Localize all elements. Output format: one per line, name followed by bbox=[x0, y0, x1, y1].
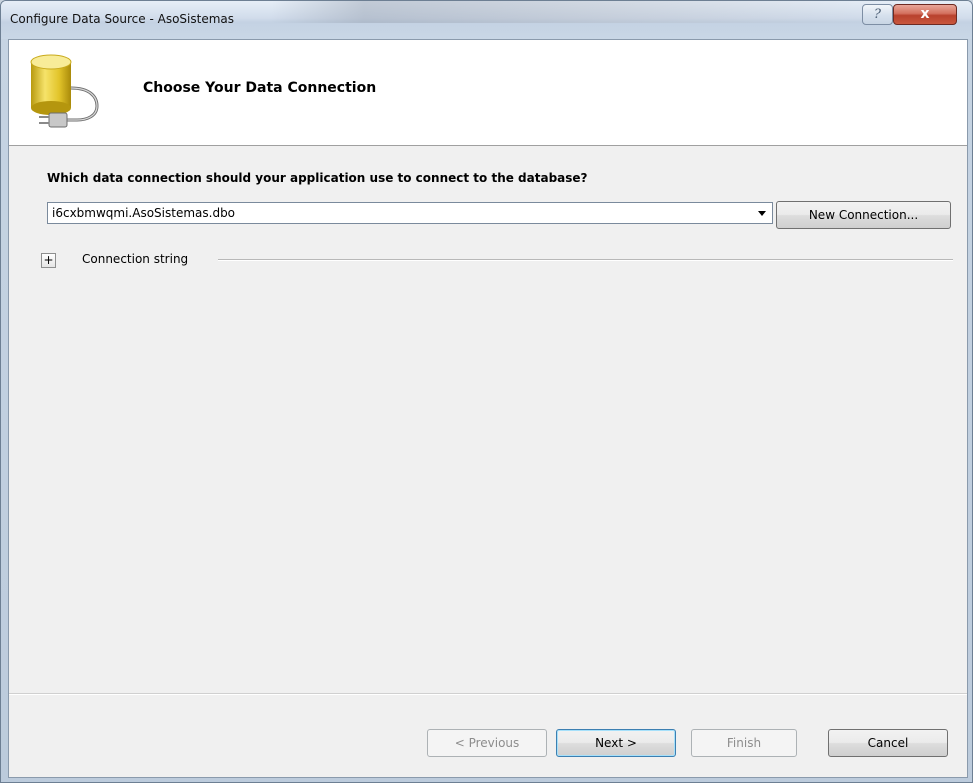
window-title: Configure Data Source - AsoSistemas bbox=[10, 12, 235, 26]
dialog-body: Choose Your Data Connection Which data c… bbox=[8, 39, 968, 778]
group-divider bbox=[218, 259, 953, 261]
connection-string-label[interactable]: Connection string bbox=[82, 252, 188, 266]
data-connection-value: i6cxbmwqmi.AsoSistemas.dbo bbox=[52, 206, 236, 220]
cancel-button[interactable]: Cancel bbox=[828, 729, 948, 757]
wizard-header: Choose Your Data Connection bbox=[9, 40, 967, 146]
finish-button[interactable]: Finish bbox=[691, 729, 797, 757]
configure-data-source-window: Configure Data Source - AsoSistemas ? x bbox=[0, 0, 973, 783]
connection-question-label: Which data connection should your applic… bbox=[47, 171, 588, 185]
previous-button[interactable]: < Previous bbox=[427, 729, 547, 757]
chevron-down-icon[interactable] bbox=[758, 211, 766, 216]
database-plug-icon bbox=[30, 54, 99, 128]
page-title: Choose Your Data Connection bbox=[143, 80, 377, 96]
footer-divider bbox=[9, 693, 967, 695]
next-button[interactable]: Next > bbox=[556, 729, 676, 757]
close-button[interactable]: x bbox=[893, 4, 957, 25]
title-bar[interactable]: Configure Data Source - AsoSistemas ? x bbox=[1, 1, 972, 39]
title-bar-glass bbox=[271, 1, 891, 23]
new-connection-button[interactable]: New Connection... bbox=[776, 201, 951, 229]
help-button[interactable]: ? bbox=[862, 4, 893, 25]
expand-connection-string-button[interactable]: + bbox=[41, 253, 56, 268]
data-connection-dropdown[interactable]: i6cxbmwqmi.AsoSistemas.dbo bbox=[47, 202, 773, 224]
